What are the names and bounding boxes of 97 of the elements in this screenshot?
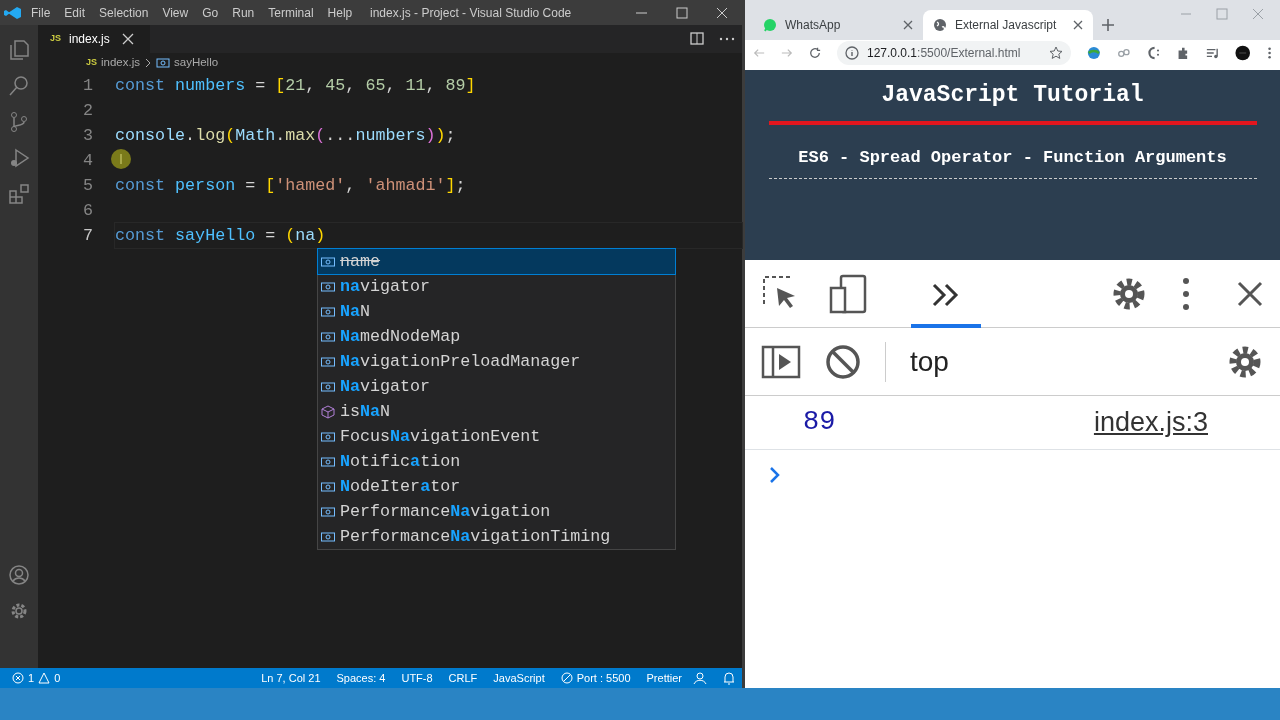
console-output: 89 <box>803 406 836 440</box>
line-number: 3 <box>82 125 94 147</box>
chat-bubble-icon <box>763 18 777 32</box>
source-control-icon[interactable] <box>8 111 30 133</box>
suggestion-item[interactable]: Navigator <box>318 374 675 399</box>
page-subheading: ES6 - Spread Operator - Function Arguments <box>798 146 1227 169</box>
browser-tab[interactable]: WhatsApp <box>753 10 923 40</box>
status-item[interactable]: JavaScript <box>485 669 553 687</box>
variable-icon <box>320 254 336 269</box>
suggestion-item[interactable]: FocusNavigationEvent <box>318 424 675 449</box>
warning-icon <box>38 672 51 684</box>
more-icon[interactable] <box>1182 275 1190 312</box>
line-number: 6 <box>82 200 94 222</box>
port-status[interactable]: Port : 5500 <box>552 669 639 687</box>
status-item[interactable]: Prettier <box>638 669 690 687</box>
variable-icon <box>320 279 336 294</box>
download-manager-icon[interactable] <box>1086 45 1101 61</box>
close-icon[interactable] <box>1236 279 1264 308</box>
menu-item[interactable]: View <box>155 3 196 22</box>
suggestion-item[interactable]: navigator <box>318 274 675 299</box>
source-link[interactable]: index.js:3 <box>1093 402 1208 443</box>
profile-icon[interactable] <box>1235 44 1251 62</box>
warning-count: 0 <box>54 670 61 686</box>
line-number: 4 <box>82 150 94 172</box>
line-number: 5 <box>82 175 94 197</box>
menu-item[interactable]: Help <box>320 3 360 22</box>
close-icon[interactable] <box>1073 20 1083 30</box>
menu-item[interactable]: Selection <box>92 3 156 22</box>
menu-item[interactable]: Terminal <box>261 3 321 22</box>
variable-icon <box>320 479 336 494</box>
variable-icon <box>320 504 336 519</box>
code-line: console.log(Math.max(...numbers)); <box>115 125 457 147</box>
variable-icon <box>320 329 336 344</box>
variable-icon <box>320 454 336 469</box>
search-icon[interactable] <box>8 75 30 97</box>
file-type-icon: JS <box>50 32 61 46</box>
account-icon[interactable] <box>8 564 30 586</box>
prompt-icon[interactable] <box>769 466 781 484</box>
cube-icon <box>320 404 336 419</box>
status-item[interactable]: Ln 7, Col 21 <box>253 669 329 687</box>
menu-item[interactable]: File <box>24 3 58 22</box>
status-item[interactable]: CRLF <box>440 669 486 687</box>
star-icon[interactable] <box>1048 46 1063 60</box>
run-debug-icon[interactable] <box>8 147 30 169</box>
breadcrumb-item[interactable]: sayHello <box>174 54 219 72</box>
more-icon[interactable] <box>1266 45 1272 61</box>
line-number: 2 <box>82 100 94 122</box>
clear-console-icon[interactable] <box>825 343 861 380</box>
globe-icon <box>933 18 947 32</box>
code-line: const sayHello = (na) <box>115 223 742 248</box>
editor-tab[interactable]: JS index.js <box>38 25 150 53</box>
chevron-icon <box>144 58 152 68</box>
suggestion-item[interactable]: PerformanceNavigationTiming <box>318 524 675 549</box>
extensions-icon[interactable] <box>8 183 30 205</box>
cursor-highlight-icon <box>110 148 132 170</box>
line-number: 7 <box>82 225 94 247</box>
code-line: const numbers = [21, 45, 65, 11, 89] <box>115 75 477 97</box>
error-count: 1 <box>28 670 35 686</box>
breadcrumb-item[interactable]: index.js <box>101 54 140 72</box>
sidebar-toggle-icon[interactable] <box>761 344 801 379</box>
problems-indicator[interactable]: 1 0 <box>4 669 69 687</box>
status-item[interactable]: Spaces: 4 <box>328 669 394 687</box>
extension-badge-icon[interactable] <box>1146 45 1160 61</box>
files-icon[interactable] <box>8 39 30 61</box>
reload-icon[interactable] <box>809 46 821 60</box>
menu-item[interactable]: Go <box>195 3 226 22</box>
close-icon[interactable] <box>903 20 913 30</box>
variable-icon <box>320 379 336 394</box>
variable-icon <box>156 57 170 69</box>
window-title: index.js - Project - Visual Studio Code <box>369 4 573 22</box>
status-item[interactable]: UTF-8 <box>393 669 441 687</box>
suggestion-item[interactable]: NamedNodeMap <box>318 324 675 349</box>
file-type-icon: JS <box>86 56 97 70</box>
address-bar[interactable]: 127.0.0.1:5500/External.html <box>837 41 1071 65</box>
suggestion-item[interactable]: isNaN <box>318 399 675 424</box>
code-line: const person = ['hamed', 'ahmadi']; <box>115 175 467 197</box>
variable-icon <box>320 529 336 544</box>
suggestion-item[interactable]: NavigationPreloadManager <box>318 349 675 374</box>
suggestion-item[interactable]: NaN <box>318 299 675 324</box>
menu-item[interactable]: Edit <box>57 3 93 22</box>
suggestion-item[interactable]: NodeIterator <box>318 474 675 499</box>
error-icon <box>12 672 24 684</box>
line-number: 1 <box>82 75 94 97</box>
info-icon <box>845 46 859 60</box>
device-toolbar-icon[interactable] <box>829 273 869 314</box>
suggestion-item[interactable]: PerformanceNavigation <box>318 499 675 524</box>
page-heading: JavaScript Tutorial <box>881 81 1144 110</box>
context-selector[interactable]: top <box>910 340 949 383</box>
more-tabs-icon[interactable] <box>931 281 961 308</box>
suggestion-item[interactable]: Notification <box>318 449 675 474</box>
variable-icon <box>320 304 336 319</box>
suggestion-item[interactable]: name <box>318 249 675 274</box>
variable-icon <box>320 354 336 369</box>
block-icon <box>560 672 573 684</box>
variable-icon <box>320 429 336 444</box>
menu-item[interactable]: Run <box>225 3 262 22</box>
browser-tab[interactable]: External Javascript <box>923 10 1093 40</box>
